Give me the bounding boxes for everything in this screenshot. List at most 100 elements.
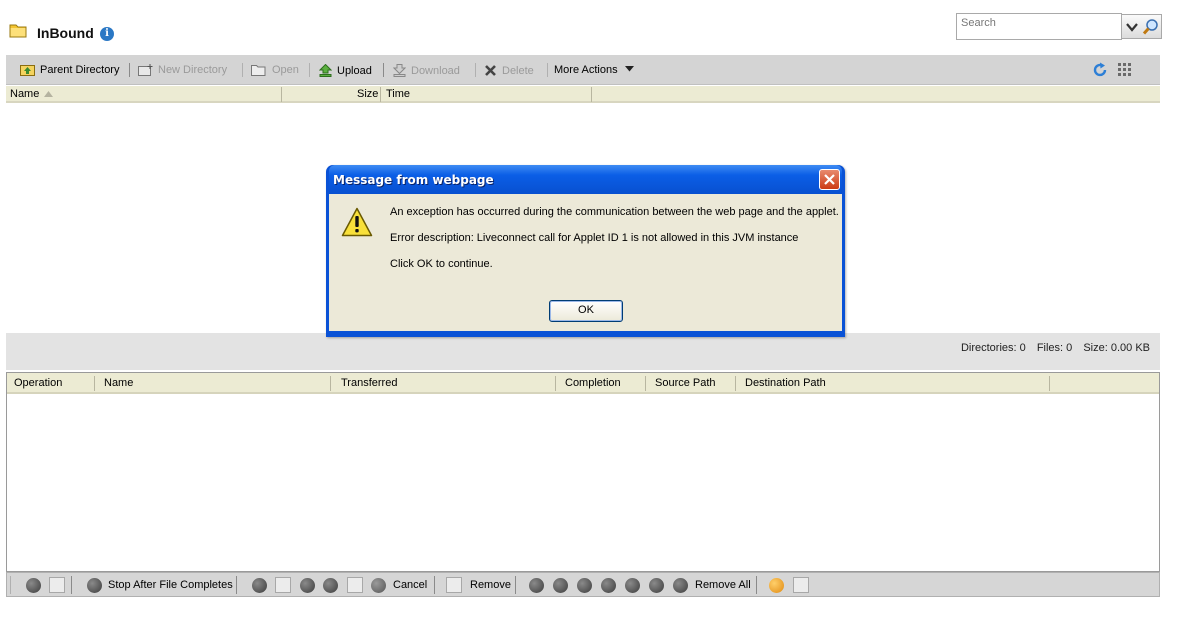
open-folder-icon: [251, 65, 266, 76]
total-size: Size: 0.00 KB: [1083, 342, 1150, 354]
dialog-title: Message from webpage: [333, 173, 494, 187]
column-divider[interactable]: [1049, 376, 1050, 391]
toolbar-separator: [129, 63, 130, 77]
control-separator: [434, 576, 435, 594]
upload-icon: [319, 64, 332, 77]
page-header: InBound i Search: [0, 0, 1183, 54]
download-icon: [393, 64, 406, 77]
column-header-operation[interactable]: Operation: [14, 377, 62, 389]
column-divider[interactable]: [380, 87, 381, 102]
close-icon: [824, 174, 835, 185]
play-icon[interactable]: [323, 578, 338, 593]
pause-checkbox[interactable]: [49, 577, 65, 593]
open-button[interactable]: Open: [251, 64, 299, 76]
remove-cancelled-icon[interactable]: [577, 578, 592, 593]
remove-stopped-icon[interactable]: [649, 578, 664, 593]
more-actions-button[interactable]: More Actions: [554, 64, 634, 76]
delete-button[interactable]: Delete: [484, 64, 534, 77]
remove-checkbox[interactable]: [446, 577, 462, 593]
column-header-name[interactable]: Name: [104, 377, 133, 389]
new-folder-icon: [138, 64, 153, 76]
column-name-label: Name: [10, 88, 40, 100]
toolbar-separator: [475, 63, 476, 77]
settings-checkbox[interactable]: [793, 577, 809, 593]
toolbar-separator: [309, 63, 310, 77]
more-actions-label: More Actions: [554, 64, 618, 76]
column-header-name[interactable]: Name: [10, 88, 54, 100]
control-separator: [515, 576, 516, 594]
directories-count: Directories: 0: [960, 342, 1026, 354]
remove-all-icon[interactable]: [673, 578, 688, 593]
remove-button[interactable]: Remove: [470, 579, 511, 591]
remove-failed-icon[interactable]: [553, 578, 568, 593]
control-separator: [71, 576, 72, 594]
open-label: Open: [272, 64, 299, 76]
download-label: Download: [411, 65, 460, 77]
column-header-size[interactable]: Size: [357, 88, 378, 100]
stop-icon[interactable]: [87, 578, 102, 593]
column-divider[interactable]: [735, 376, 736, 391]
skip-icon[interactable]: [252, 578, 267, 593]
transfer-controls: Stop After File Completes Cancel Remove …: [6, 572, 1160, 597]
resume-icon[interactable]: [300, 578, 315, 593]
transfer-queue-table: Operation Name Transferred Completion So…: [6, 372, 1160, 572]
column-divider[interactable]: [555, 376, 556, 391]
ok-button[interactable]: OK: [549, 300, 623, 322]
refresh-icon[interactable]: [1092, 62, 1108, 78]
dialog-titlebar[interactable]: Message from webpage: [329, 165, 842, 194]
control-separator: [756, 576, 757, 594]
new-directory-button[interactable]: New Directory: [138, 64, 227, 76]
search-button[interactable]: [1121, 14, 1162, 39]
dialog-message-line: Click OK to continue.: [390, 258, 493, 270]
toolbar-separator: [547, 63, 548, 77]
column-header-destination-path[interactable]: Destination Path: [745, 377, 826, 389]
download-button[interactable]: Download: [393, 64, 460, 77]
settings-icon[interactable]: [769, 578, 784, 593]
delete-icon: [485, 65, 496, 76]
chevron-down-icon[interactable]: [1125, 20, 1139, 34]
upload-label: Upload: [337, 65, 372, 77]
stop-after-file-button[interactable]: Stop After File Completes: [108, 579, 233, 591]
dialog-message-line: Error description: Liveconnect call for …: [390, 232, 799, 244]
grid-view-icon[interactable]: [1117, 62, 1133, 78]
search-input[interactable]: Search: [956, 13, 1122, 40]
status-summary: Directories: 0 Files: 0 Size: 0.00 KB: [953, 342, 1150, 354]
play-checkbox[interactable]: [347, 577, 363, 593]
column-header-completion[interactable]: Completion: [565, 377, 621, 389]
message-dialog: Message from webpage An exception has oc…: [326, 165, 845, 337]
column-divider[interactable]: [645, 376, 646, 391]
pause-icon[interactable]: [26, 578, 41, 593]
toolbar-separator: [383, 63, 384, 77]
sort-asc-icon: [44, 91, 54, 97]
upload-button[interactable]: Upload: [319, 64, 372, 77]
dialog-message-line: An exception has occurred during the com…: [390, 206, 839, 218]
page-title: InBound: [37, 25, 94, 41]
column-divider[interactable]: [281, 87, 282, 102]
new-directory-label: New Directory: [158, 64, 228, 76]
status-bar: Directories: 0 Files: 0 Size: 0.00 KB: [6, 333, 1160, 370]
skip-checkbox[interactable]: [275, 577, 291, 593]
parent-directory-button[interactable]: Parent Directory: [20, 64, 119, 76]
column-divider[interactable]: [330, 376, 331, 391]
column-divider[interactable]: [94, 376, 95, 391]
search-icon[interactable]: [1142, 18, 1160, 36]
remove-skipped-icon[interactable]: [601, 578, 616, 593]
transfer-table-header: Operation Name Transferred Completion So…: [7, 373, 1159, 394]
remove-completed-icon[interactable]: [529, 578, 544, 593]
column-header-source-path[interactable]: Source Path: [655, 377, 716, 389]
file-list-header: Name Size Time: [6, 86, 1160, 103]
info-icon[interactable]: i: [100, 27, 114, 41]
parent-directory-label: Parent Directory: [40, 64, 120, 76]
remove-paused-icon[interactable]: [625, 578, 640, 593]
remove-all-button[interactable]: Remove All: [695, 579, 751, 591]
caret-down-icon: [624, 66, 634, 72]
cancel-button[interactable]: Cancel: [393, 579, 427, 591]
column-header-transferred[interactable]: Transferred: [341, 377, 397, 389]
cancel-icon[interactable]: [371, 578, 386, 593]
column-divider[interactable]: [591, 87, 592, 102]
folder-icon: [9, 24, 27, 38]
file-toolbar: Parent Directory New Directory Open Uplo…: [6, 55, 1160, 85]
delete-label: Delete: [502, 65, 534, 77]
close-button[interactable]: [819, 169, 840, 190]
column-header-time[interactable]: Time: [386, 88, 410, 100]
